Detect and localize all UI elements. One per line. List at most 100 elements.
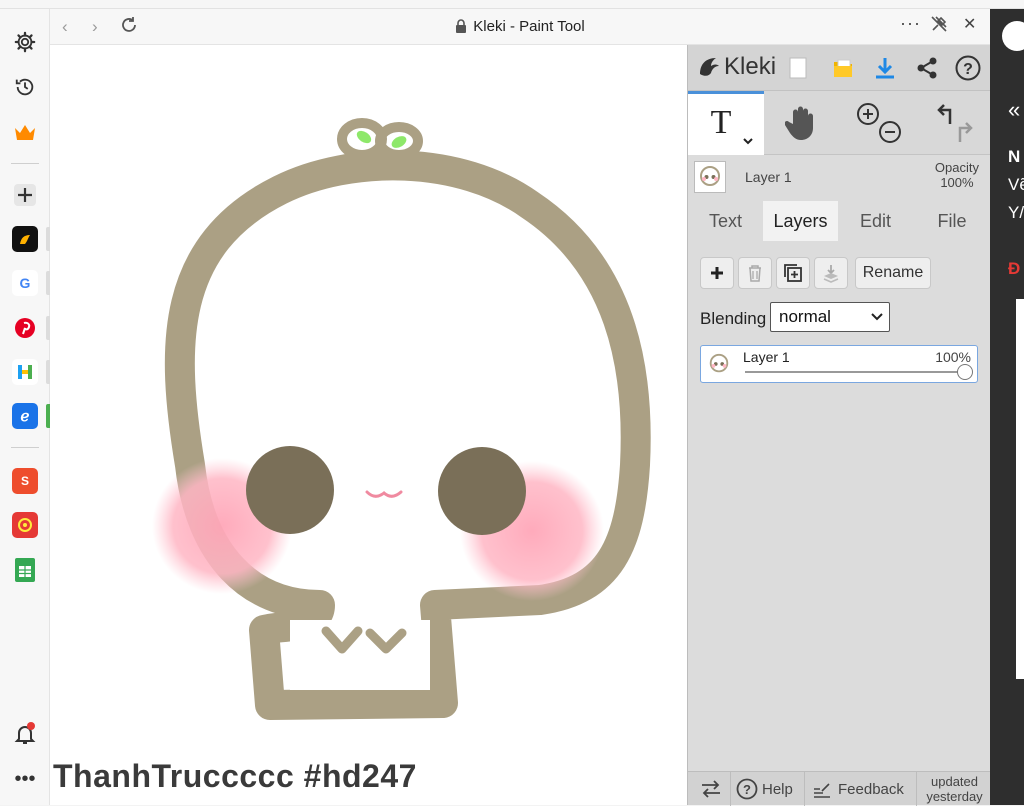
feedback-link[interactable]: Feedback — [812, 772, 904, 806]
open-folder-icon[interactable] — [828, 53, 858, 83]
kleki-panel: Kleki ? T Layer 1 Opacity 100% Text Laye… — [687, 45, 991, 806]
help-icon: ? — [736, 778, 758, 800]
window-title-text: Kleki - Paint Tool — [473, 18, 585, 35]
background-text-line: N — [1008, 147, 1021, 166]
drawing-canvas[interactable]: ThanhTruccccc #hd247 — [50, 45, 687, 805]
updated-status: updated yesterday — [918, 774, 991, 804]
layer-thumbnail — [694, 161, 726, 193]
tab-file[interactable]: File — [913, 201, 991, 241]
layer-list-item[interactable]: Layer 1 100% — [700, 345, 978, 383]
app-blue-icon[interactable]: ℯ — [11, 402, 39, 430]
lock-icon — [455, 19, 467, 37]
tab-layers[interactable]: Layers — [763, 201, 838, 241]
duplicate-icon — [784, 264, 802, 282]
browser-top-strip — [0, 0, 1024, 9]
text-tool-icon: T — [711, 104, 753, 144]
help-link[interactable]: ? Help — [736, 772, 793, 806]
zoom-tools — [840, 91, 916, 155]
add-layer-button[interactable] — [700, 257, 734, 289]
more-options-icon[interactable]: ··· — [900, 13, 921, 34]
app-target-icon[interactable] — [11, 511, 39, 539]
kleki-logo[interactable]: Kleki — [696, 53, 776, 81]
feedback-pen-icon — [814, 783, 830, 798]
kleki-footer: ? Help Feedback updated yesterday — [688, 771, 991, 806]
redo-icon[interactable] — [958, 122, 973, 142]
background-text-line: Y/ — [1008, 203, 1024, 222]
browser-sidebar: G ℯ S ••• — [0, 9, 50, 805]
footer-divider — [916, 772, 917, 806]
current-layer-row: Layer 1 Opacity 100% — [688, 155, 991, 199]
close-window-icon[interactable]: ✕ — [963, 14, 976, 34]
sidebar-divider — [11, 163, 39, 164]
panel-tabs: Text Layers Edit File — [688, 201, 991, 241]
background-text-line: Vẽ — [1008, 175, 1024, 194]
blending-mode-value: normal — [779, 307, 831, 326]
rename-layer-button[interactable]: Rename — [855, 257, 931, 289]
drawing-artwork — [152, 118, 651, 720]
undo-redo-icons — [936, 104, 973, 142]
hand-tool-button[interactable] — [764, 91, 840, 155]
app-pinterest-icon[interactable] — [11, 314, 39, 342]
layers-panel: Rename Blending normal Layer 1 100% — [688, 241, 991, 771]
more-dots-icon[interactable]: ••• — [11, 765, 39, 793]
zoom-in-icon[interactable] — [857, 103, 879, 125]
kleki-logo-text: Kleki — [724, 53, 777, 80]
app-vsco-icon[interactable] — [11, 225, 39, 253]
new-file-icon[interactable] — [783, 53, 813, 83]
app-shopee-icon[interactable]: S — [11, 467, 39, 495]
download-icon[interactable] — [870, 53, 900, 83]
layer-opacity-slider-track[interactable] — [745, 371, 967, 373]
sidebar-divider — [11, 447, 39, 448]
undo-redo-tools — [916, 91, 991, 155]
app-sheets-icon[interactable] — [11, 556, 39, 584]
merge-down-button[interactable] — [814, 257, 848, 289]
duplicate-layer-button[interactable] — [776, 257, 810, 289]
share-icon[interactable] — [912, 53, 942, 83]
window-titlebar: ‹ › Kleki - Paint Tool ··· ✕ — [50, 9, 990, 45]
layer-item-opacity: 100% — [935, 349, 971, 365]
history-icon[interactable] — [11, 73, 39, 101]
updated-line-1: updated — [931, 774, 978, 789]
app-h-icon[interactable] — [11, 358, 39, 386]
footer-divider — [730, 772, 731, 806]
help-circle-icon[interactable]: ? — [953, 53, 983, 83]
svg-text:T: T — [711, 104, 732, 141]
settings-gear-icon[interactable] — [11, 28, 39, 56]
opacity-value: 100% — [940, 175, 974, 190]
background-logo-icon — [1002, 21, 1024, 51]
text-tool-button[interactable]: T — [688, 91, 764, 155]
help-label: Help — [762, 780, 793, 798]
opacity-label: Opacity — [934, 160, 979, 175]
tab-edit[interactable]: Edit — [838, 201, 913, 241]
merge-down-icon — [823, 265, 839, 283]
unpin-icon[interactable] — [930, 15, 948, 38]
tab-text[interactable]: Text — [688, 201, 763, 241]
crown-icon[interactable] — [11, 118, 39, 146]
kleki-top-bar: Kleki ? — [688, 45, 991, 91]
layer-opacity-slider-handle[interactable] — [957, 364, 973, 380]
app-google-icon[interactable]: G — [11, 269, 39, 297]
artist-signature: ThanhTruccccc #hd247 — [53, 758, 417, 794]
plus-icon — [711, 267, 723, 279]
feedback-label: Feedback — [838, 780, 904, 798]
trash-icon — [749, 265, 761, 282]
blending-label: Blending — [700, 309, 767, 328]
blending-mode-select[interactable]: normal — [770, 302, 890, 332]
background-text-line: Đ — [1008, 259, 1021, 278]
undo-icon[interactable] — [936, 104, 951, 124]
kleki-popup-window: ‹ › Kleki - Paint Tool ··· ✕ ThanhTruccc… — [50, 9, 991, 806]
zoom-out-icon[interactable] — [879, 121, 901, 143]
current-layer-name: Layer 1 — [745, 169, 792, 185]
swap-side-icon[interactable] — [700, 772, 722, 806]
notifications-bell-icon[interactable] — [11, 720, 39, 748]
add-panel-icon[interactable] — [11, 181, 39, 209]
delete-layer-button[interactable] — [738, 257, 772, 289]
footer-divider — [804, 772, 805, 806]
svg-text:?: ? — [963, 61, 973, 78]
background-back-icon[interactable]: « — [1008, 97, 1020, 123]
chevron-down-icon — [871, 303, 883, 340]
svg-text:?: ? — [743, 782, 751, 797]
tool-bar: T — [688, 91, 991, 155]
kleki-logo-icon — [700, 58, 719, 76]
layer-item-thumbnail — [704, 349, 734, 379]
